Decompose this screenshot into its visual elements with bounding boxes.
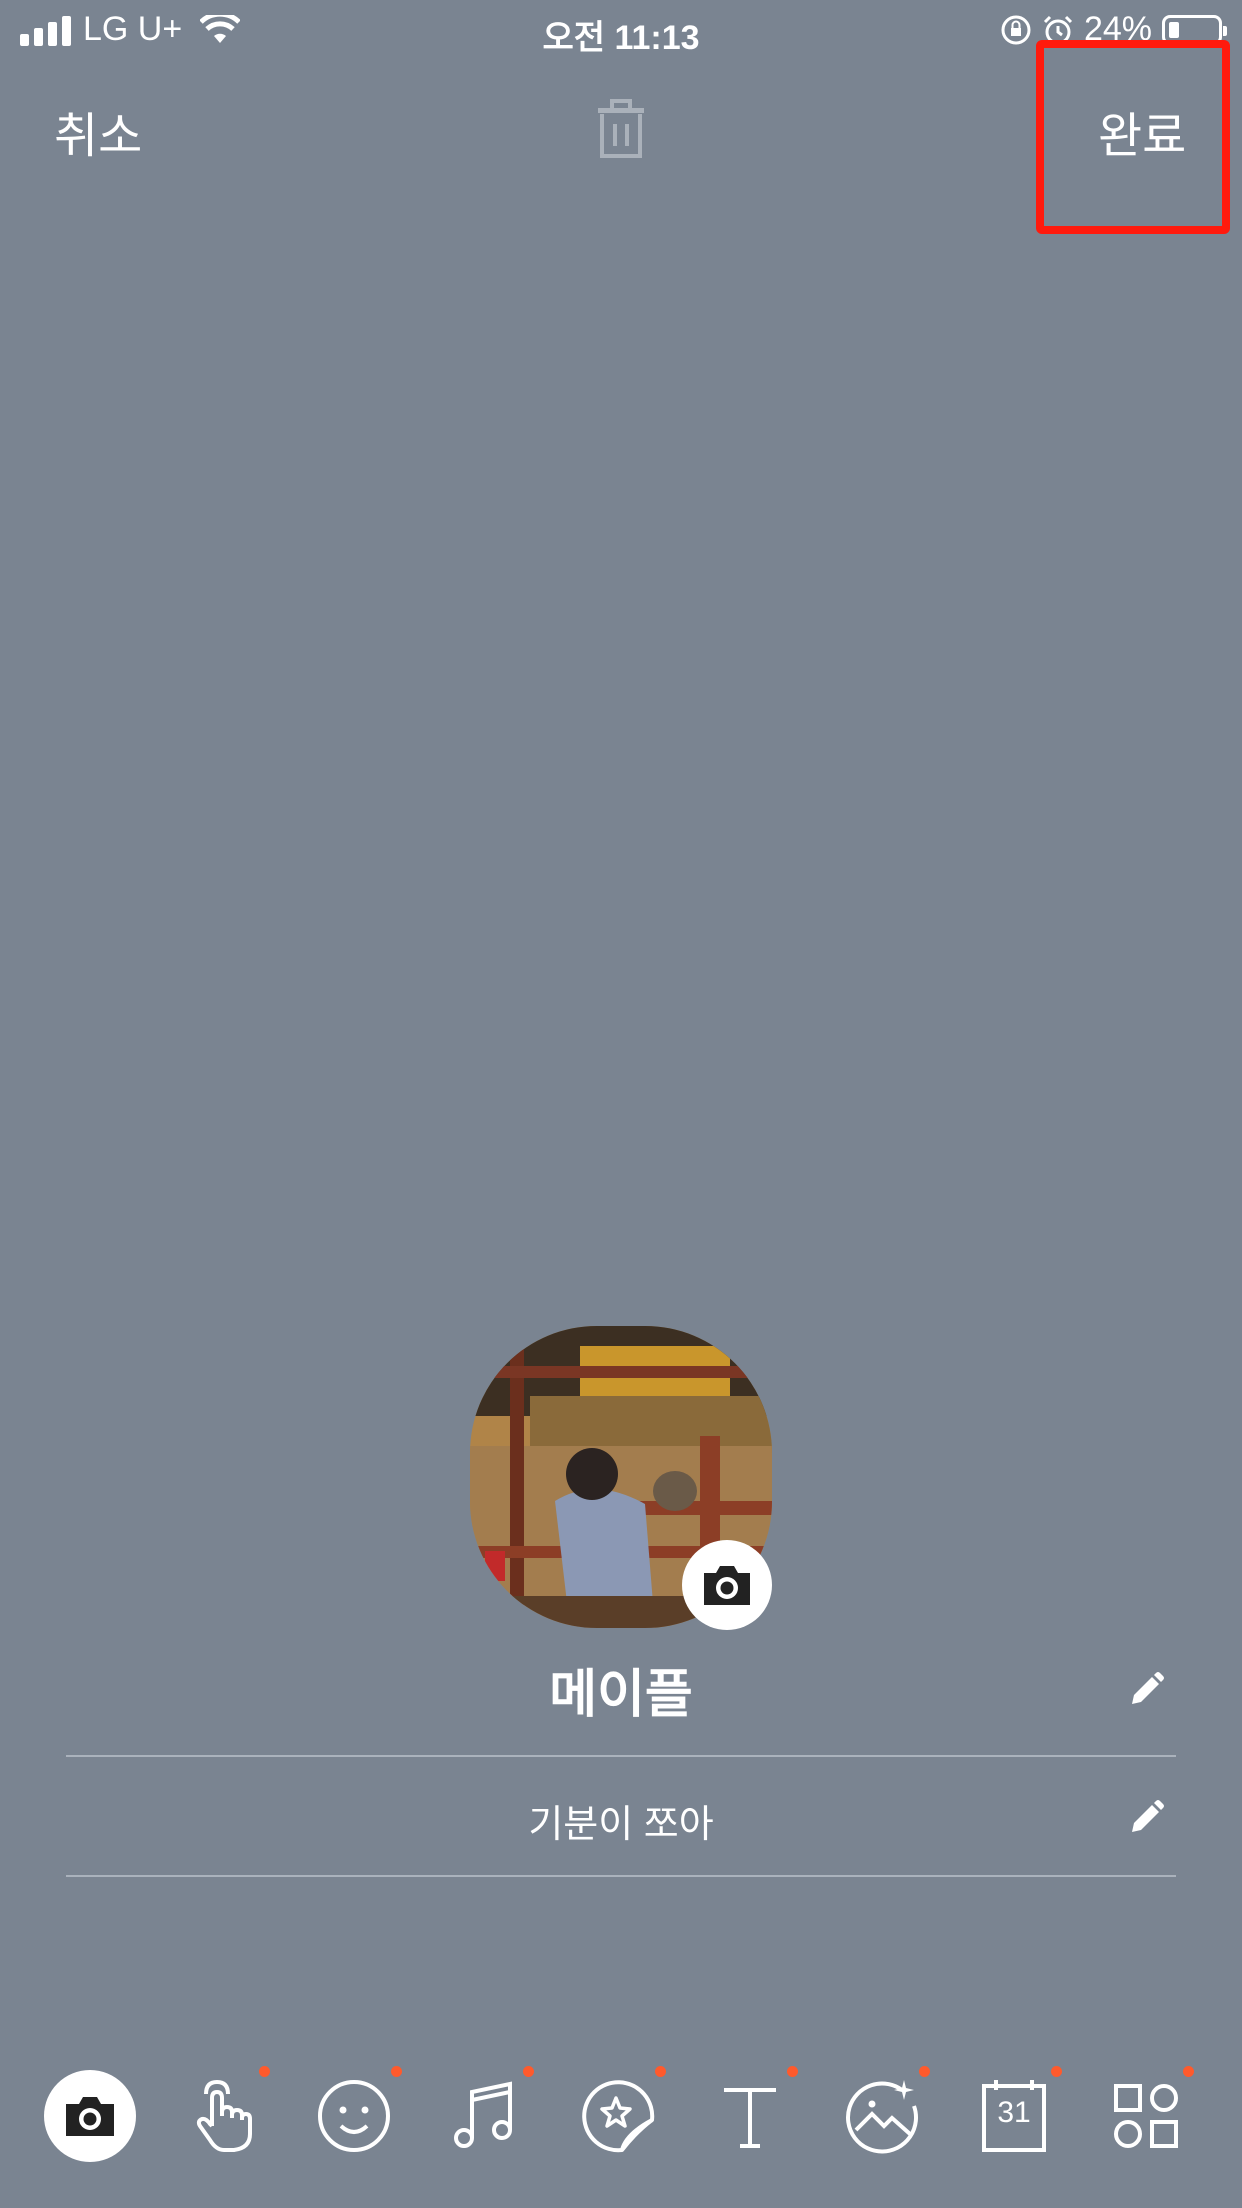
tool-emoticon[interactable] [308, 2066, 402, 2162]
highlight-box [1036, 40, 1230, 234]
tool-calendar[interactable]: 31 [968, 2066, 1062, 2162]
new-badge-dot [259, 2066, 270, 2077]
tool-camera[interactable] [44, 2070, 136, 2162]
camera-icon [704, 1566, 750, 1605]
calendar-day: 31 [997, 2096, 1031, 2129]
edit-status-pencil-icon[interactable] [1126, 1798, 1166, 1838]
status-message: 기분이 쪼아 [528, 1804, 714, 1846]
profile-name: 메이플 [549, 1666, 693, 1724]
new-badge-dot [523, 2066, 534, 2077]
text-icon [724, 2088, 776, 2148]
tool-music[interactable] [440, 2066, 534, 2162]
hand-touch-icon [196, 2079, 252, 2152]
tool-text[interactable] [704, 2066, 798, 2162]
edit-toolbar: 31 [0, 2066, 1242, 2170]
tool-sticker[interactable] [572, 2066, 666, 2162]
cancel-button[interactable]: 취소 [54, 96, 142, 166]
tool-touch-effect[interactable] [176, 2066, 270, 2162]
divider [66, 1755, 1176, 1757]
divider [66, 1875, 1176, 1877]
rotation-lock-icon [1001, 15, 1031, 44]
camera-icon [66, 2097, 114, 2136]
new-badge-dot [919, 2066, 930, 2077]
sticker-icon [582, 2080, 655, 2153]
tool-widgets[interactable] [1100, 2066, 1194, 2162]
new-badge-dot [1051, 2066, 1062, 2077]
tool-image-effect[interactable] [836, 2066, 930, 2162]
new-badge-dot [391, 2066, 402, 2077]
new-badge-dot [655, 2066, 666, 2077]
smiley-icon [318, 2080, 390, 2152]
widgets-icon [1114, 2084, 1178, 2148]
trash-icon[interactable] [592, 96, 650, 160]
edit-name-pencil-icon[interactable] [1126, 1670, 1166, 1710]
new-badge-dot [787, 2066, 798, 2077]
change-photo-button[interactable] [682, 1540, 772, 1630]
music-icon [454, 2081, 512, 2148]
new-badge-dot [1183, 2066, 1194, 2077]
image-effect-icon [846, 2080, 918, 2154]
